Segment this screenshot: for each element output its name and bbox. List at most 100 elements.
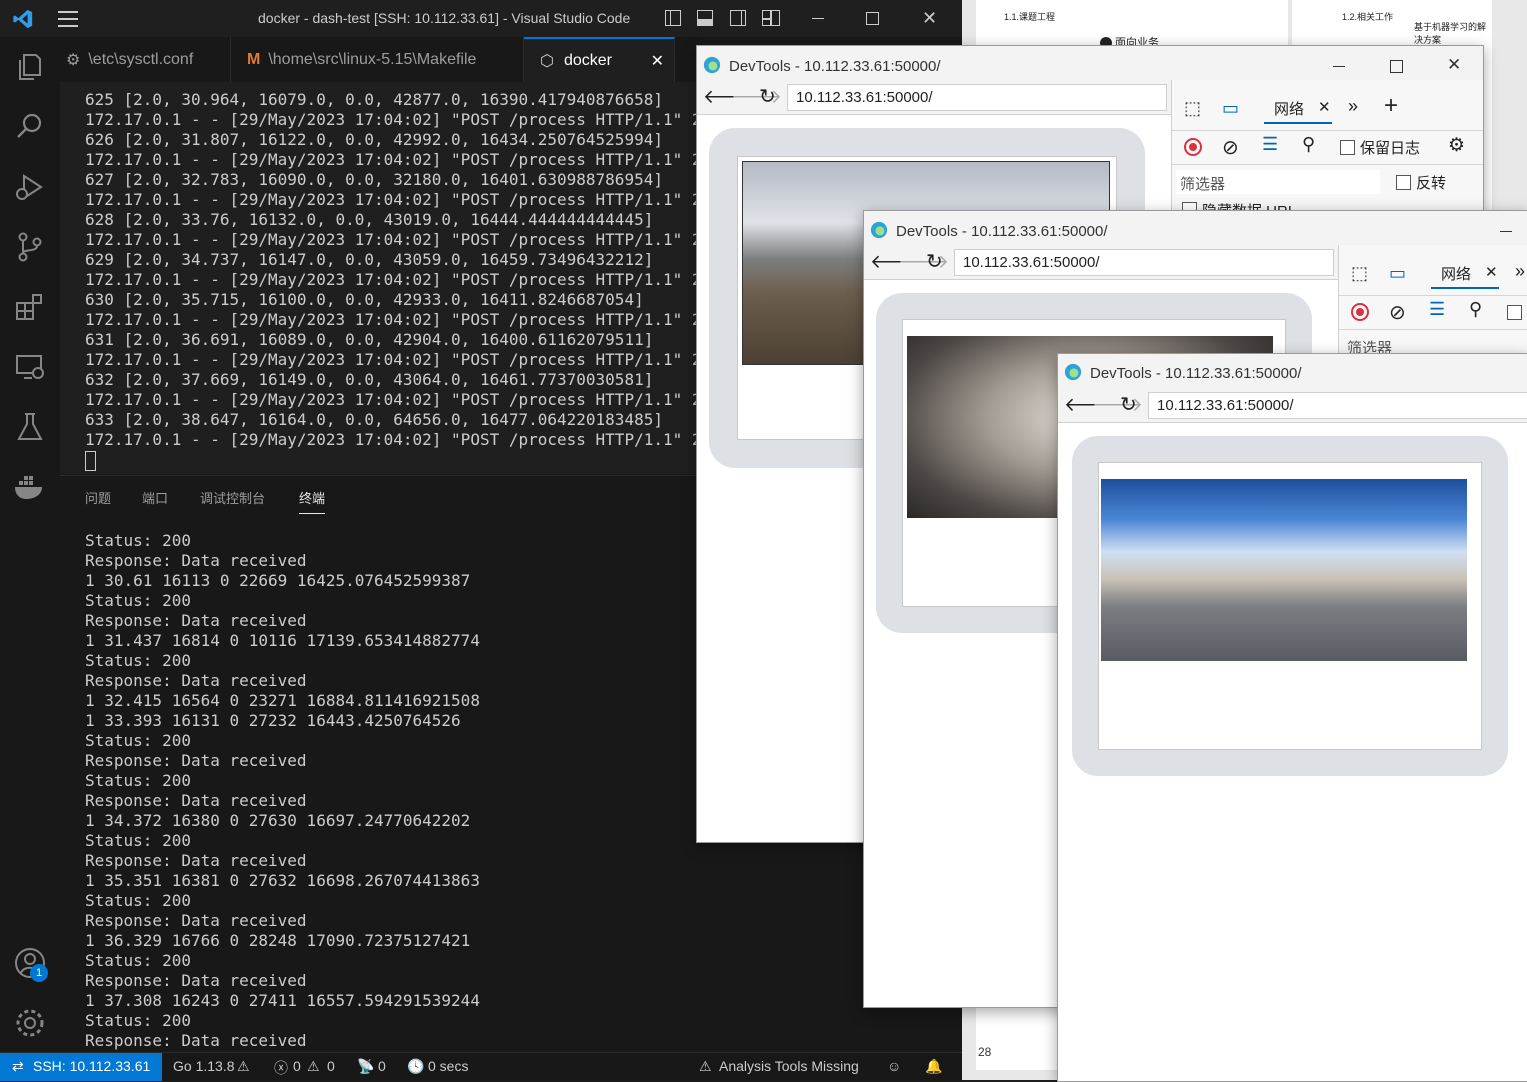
customize-layout-icon[interactable] [762, 10, 780, 26]
reload-icon[interactable]: ↻ [1120, 392, 1137, 417]
window-title: docker - dash-test [SSH: 10.112.33.61] -… [258, 10, 631, 26]
active-tab-indicator [1264, 122, 1332, 124]
minimize-button[interactable] [1333, 66, 1345, 67]
explorer-icon[interactable] [12, 49, 48, 85]
run-debug-icon[interactable] [12, 169, 48, 205]
broadcast-icon[interactable]: 📡 [357, 1058, 374, 1075]
source-control-icon[interactable] [12, 229, 48, 265]
address-bar: 🡐 🡒 ↻ 10.112.33.61:50000/ [1058, 388, 1527, 423]
editor-line: 628 [2.0, 33.76, 16132.0, 0.0, 43019.0, … [85, 210, 654, 229]
inspect-element-icon[interactable]: ⬚ [1351, 263, 1368, 284]
editor-line: 172.17.0.1 - - [29/May/2023 17:04:02] "P… [85, 190, 741, 209]
terminal-line: 1 30.61 16113 0 22669 16425.076452599387 [85, 571, 471, 590]
doc-heading: 1.2.相关工作 [1342, 12, 1394, 22]
filter-icon[interactable]: ☰ [1262, 134, 1278, 155]
docker-icon[interactable] [12, 469, 48, 505]
close-tab-icon[interactable]: ✕ [1485, 263, 1498, 281]
window-title: DevTools - 10.112.33.61:50000/ [1090, 365, 1302, 382]
timer[interactable]: 0 secs [428, 1058, 468, 1074]
search-icon[interactable]: ⚲ [1302, 134, 1315, 155]
reload-icon[interactable]: ↻ [759, 84, 776, 109]
editor-line: 627 [2.0, 32.783, 16090.0, 0.0, 32180.0,… [85, 170, 663, 189]
doc-page-left: 1.1.课题工程 面向业务 [976, 0, 1288, 50]
filter-input[interactable]: 筛选器 [1176, 170, 1380, 194]
terminal-output[interactable]: Status: 200 Response: Data received 1 30.6… [85, 531, 480, 1051]
tab-ports[interactable]: 端口 [142, 488, 168, 507]
go-version[interactable]: Go 1.13.8 [173, 1058, 235, 1074]
record-icon[interactable] [1351, 303, 1369, 321]
clock-icon: 🕓 [407, 1058, 425, 1074]
tab-makefile[interactable]: M \home\src\linux-5.15\Makefile [231, 37, 524, 82]
tab-sysctl-conf[interactable]: ⚙ \etc\sysctl.conf [60, 37, 231, 82]
maximize-button[interactable] [866, 12, 879, 25]
tab-network[interactable]: 网络 [1274, 98, 1304, 119]
settings-gear-icon[interactable]: ⚙ [1448, 134, 1465, 157]
doc-heading: 1.1.课题工程 [1004, 12, 1056, 22]
close-tab-icon[interactable]: ✕ [1318, 98, 1331, 116]
more-tabs-icon[interactable]: » [1515, 261, 1525, 282]
minimize-button[interactable] [1500, 231, 1512, 232]
clear-icon[interactable]: ⊘ [1222, 135, 1239, 160]
tab-network[interactable]: 网络 [1441, 263, 1471, 284]
close-button[interactable]: ✕ [922, 8, 937, 29]
tab-terminal[interactable]: 终端 [299, 488, 326, 514]
more-tabs-icon[interactable]: » [1348, 96, 1358, 117]
extensions-icon[interactable] [12, 289, 48, 325]
close-tab-icon[interactable]: ✕ [651, 51, 664, 71]
tab-problems[interactable]: 问题 [85, 488, 111, 507]
ports-count: 0 [378, 1058, 386, 1074]
preserve-log-checkbox[interactable] [1507, 305, 1522, 320]
toggle-secondary-sidebar-icon[interactable] [730, 10, 746, 26]
tab-debug-console[interactable]: 调试控制台 [200, 488, 265, 507]
analysis-tools-missing[interactable]: Analysis Tools Missing [719, 1058, 859, 1074]
filter-icon[interactable]: ☰ [1429, 299, 1445, 320]
minimize-button[interactable] [812, 18, 824, 19]
url-field[interactable]: 10.112.33.61:50000/ [954, 249, 1334, 276]
error-icon[interactable]: ⓧ [274, 1058, 288, 1078]
editor-lines: 625 [2.0, 30.964, 16079.0, 0.0, 42877.0,… [85, 90, 740, 450]
window-titlebar: DevTools - 10.112.33.61:50000/ [864, 211, 1527, 245]
device-toolbar-icon[interactable]: ▭ [1222, 98, 1239, 119]
toggle-sidebar-icon[interactable] [665, 10, 681, 26]
url-field[interactable]: 10.112.33.61:50000/ [787, 84, 1167, 111]
tab-label: \home\src\linux-5.15\Makefile [268, 50, 477, 68]
terminal-line: Status: 200 [85, 891, 191, 910]
toggle-panel-icon[interactable] [697, 10, 713, 26]
remote-indicator[interactable]: ⇄ SSH: 10.112.33.61 [0, 1053, 162, 1081]
cursor [85, 451, 96, 471]
tab-docker[interactable]: ⬡ docker ✕ [524, 37, 675, 82]
warning-icon: ⚠ [237, 1058, 250, 1074]
settings-gear-icon[interactable] [12, 1005, 48, 1041]
clear-icon[interactable]: ⊘ [1389, 300, 1406, 325]
terminal-line: Status: 200 [85, 531, 191, 550]
reload-icon[interactable]: ↻ [926, 249, 943, 274]
terminal-line: Status: 200 [85, 1011, 191, 1030]
invert-checkbox[interactable] [1396, 175, 1411, 190]
new-tab-plus-icon[interactable]: + [1384, 92, 1398, 120]
warning-icon: ⚠ [699, 1058, 712, 1074]
tab-label: docker [563, 51, 612, 69]
terminal-line: Status: 200 [85, 951, 191, 970]
inspect-element-icon[interactable]: ⬚ [1184, 98, 1201, 119]
remote-explorer-icon[interactable] [12, 349, 48, 385]
maximize-button[interactable] [1390, 60, 1403, 73]
notifications-bell-icon[interactable]: 🔔 [925, 1058, 942, 1075]
edge-logo-icon [703, 56, 721, 74]
preserve-log-checkbox[interactable] [1340, 140, 1355, 155]
testing-icon[interactable] [12, 409, 48, 445]
feedback-icon[interactable]: ☺ [887, 1058, 901, 1074]
search-icon[interactable] [12, 109, 48, 145]
close-button[interactable]: ✕ [1447, 55, 1461, 75]
video-frame [1098, 462, 1482, 750]
terminal-line: Response: Data received [85, 971, 307, 990]
active-tab-indicator [1431, 287, 1499, 289]
editor-line: 172.17.0.1 - - [29/May/2023 17:04:02] "P… [85, 230, 741, 249]
device-toolbar-icon[interactable]: ▭ [1389, 263, 1406, 284]
search-icon[interactable]: ⚲ [1469, 299, 1482, 320]
url-field[interactable]: 10.112.33.61:50000/ [1148, 392, 1527, 419]
record-icon[interactable] [1184, 138, 1202, 156]
devtools-window-3: DevTools - 10.112.33.61:50000/ 🡐 🡒 ↻ 10.… [1057, 353, 1527, 1082]
editor-line: 172.17.0.1 - - [29/May/2023 17:04:02] "P… [85, 150, 741, 169]
file-icon: ⬡ [540, 52, 554, 70]
menu-icon[interactable] [58, 8, 78, 28]
